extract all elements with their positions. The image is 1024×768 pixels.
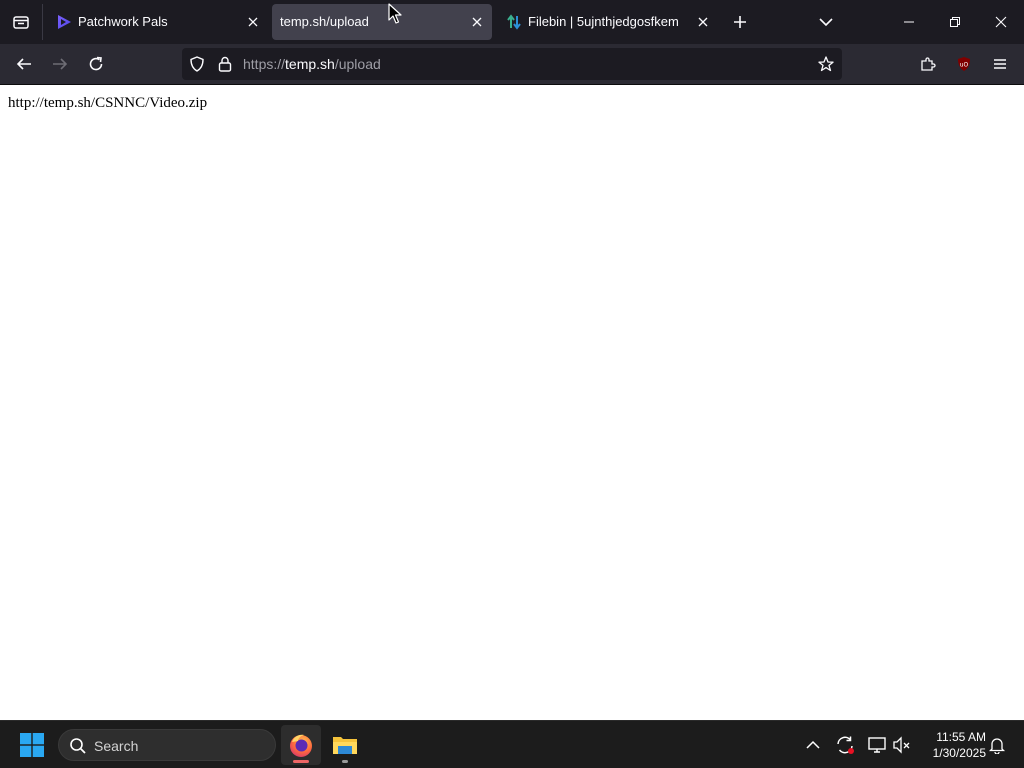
notifications-button[interactable] — [985, 733, 1009, 757]
site-info-button[interactable] — [217, 56, 233, 72]
star-icon — [818, 56, 834, 72]
search-label: Search — [94, 738, 139, 754]
close-icon — [995, 16, 1007, 28]
sync-status-button[interactable] — [833, 733, 857, 757]
folder-icon — [333, 737, 357, 754]
url-host: temp.sh — [285, 56, 335, 72]
arrow-right-icon — [53, 58, 68, 70]
tab-label: Patchwork Pals — [78, 14, 168, 29]
close-icon — [698, 17, 708, 27]
sync-icon — [837, 736, 854, 754]
url-scheme: https:// — [243, 56, 286, 72]
list-all-tabs-button[interactable] — [806, 0, 846, 44]
url-text[interactable]: https://temp.sh/upload — [243, 56, 381, 72]
page-content: http://temp.sh/CSNNC/Video.zip — [0, 86, 1024, 720]
volume-button[interactable] — [890, 733, 914, 757]
clock-time: 11:55 AM — [936, 730, 986, 744]
minimize-icon — [904, 21, 914, 23]
tab-label: temp.sh/upload — [280, 14, 369, 29]
taskbar-firefox[interactable] — [281, 725, 321, 765]
chevron-up-icon — [806, 740, 820, 749]
chevron-down-icon — [819, 18, 833, 27]
firefox-icon — [290, 734, 312, 757]
arrow-left-icon — [16, 58, 31, 70]
active-app-indicator — [293, 760, 309, 763]
tab-temp-sh-upload[interactable]: temp.sh/upload — [272, 4, 492, 40]
plus-icon — [734, 16, 746, 28]
tab-filebin[interactable]: Filebin | 5ujnthjedgosfkem — [496, 4, 718, 40]
restore-button[interactable] — [934, 0, 976, 44]
restore-icon — [950, 17, 960, 27]
tab-strip: Patchwork Pals temp.sh/upload Filebin | … — [0, 0, 1024, 44]
tab-patchwork-pals[interactable]: Patchwork Pals — [46, 4, 268, 40]
back-button[interactable] — [8, 48, 40, 80]
tracking-protection-button[interactable] — [189, 56, 205, 72]
reload-icon — [89, 56, 103, 71]
tab-close-button[interactable] — [694, 13, 712, 31]
minimize-button[interactable] — [888, 0, 930, 44]
new-tab-button[interactable] — [720, 0, 760, 44]
bell-icon — [988, 738, 1006, 754]
bookmark-button[interactable] — [818, 56, 834, 72]
open-app-indicator — [342, 760, 348, 763]
tab-divider — [42, 4, 43, 40]
navigation-toolbar: https://temp.sh/upload uO — [0, 44, 1024, 85]
upload-result-text: http://temp.sh/CSNNC/Video.zip — [8, 95, 208, 111]
lock-icon — [218, 56, 232, 72]
tab-close-button[interactable] — [468, 13, 486, 31]
svg-text:uO: uO — [960, 62, 969, 69]
updown-arrows-icon — [507, 14, 521, 30]
hamburger-menu-icon — [994, 59, 1006, 69]
play-triangle-icon — [58, 15, 71, 29]
app-menu-button[interactable] — [984, 48, 1016, 80]
clock-date: 1/30/2025 — [932, 746, 986, 760]
ublock-origin-button[interactable]: uO — [948, 48, 980, 80]
shield-icon — [190, 56, 204, 72]
firefox-view-button[interactable] — [0, 0, 42, 44]
network-status-button[interactable] — [865, 733, 889, 757]
forward-button[interactable] — [44, 48, 76, 80]
reload-button[interactable] — [80, 48, 112, 80]
close-icon — [248, 17, 258, 27]
close-icon — [472, 17, 482, 27]
address-bar[interactable]: https://temp.sh/upload — [182, 48, 842, 80]
tab-close-button[interactable] — [244, 13, 262, 31]
url-path: /upload — [334, 56, 381, 72]
speaker-muted-icon — [893, 736, 910, 754]
tab-label: Filebin | 5ujnthjedgosfkem — [528, 14, 678, 29]
network-icon — [868, 737, 886, 753]
taskbar-search-box[interactable]: Search — [58, 729, 276, 761]
mouse-cursor-icon — [388, 3, 402, 24]
search-icon — [70, 738, 86, 754]
start-button[interactable] — [14, 729, 50, 761]
close-window-button[interactable] — [980, 0, 1022, 44]
extensions-button[interactable] — [912, 48, 944, 80]
windows-taskbar: Search 11:55 AM 1/30/2025 — [0, 720, 1024, 768]
show-hidden-icons-button[interactable] — [801, 733, 825, 757]
taskbar-clock[interactable]: 11:55 AM 1/30/2025 — [920, 729, 986, 761]
taskbar-file-explorer[interactable] — [325, 725, 365, 765]
ublock-shield-icon: uO — [958, 57, 970, 71]
puzzle-piece-icon — [921, 57, 936, 71]
firefox-view-icon — [13, 16, 29, 29]
windows-logo-icon — [20, 733, 44, 757]
